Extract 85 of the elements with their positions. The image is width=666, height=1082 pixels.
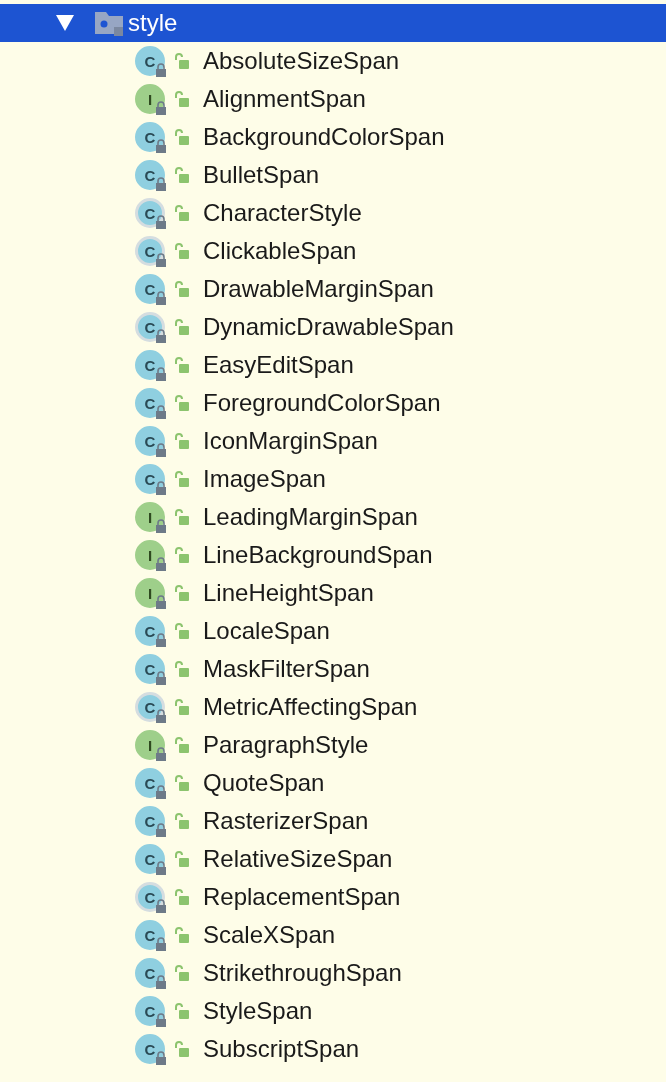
class-name[interactable]: IconMarginSpan [203,427,378,455]
class-name[interactable]: CharacterStyle [203,199,362,227]
class-type-icon: C [135,388,165,418]
unlock-icon [173,698,191,716]
class-type-icon: C [135,122,165,152]
class-name[interactable]: QuoteSpan [203,769,325,797]
class-name[interactable]: MaskFilterSpan [203,655,370,683]
class-name[interactable]: MetricAffectingSpan [203,693,418,721]
class-name[interactable]: RelativeSizeSpan [203,845,393,873]
class-type-icon: C [135,236,165,266]
class-type-icon: C [135,464,165,494]
class-name[interactable]: ForegroundColorSpan [203,389,441,417]
class-type-icon: C [135,198,165,228]
tree-row[interactable]: style [0,4,666,42]
class-name[interactable]: LocaleSpan [203,617,330,645]
class-name[interactable]: StyleSpan [203,997,313,1025]
class-type-icon: I [135,84,165,114]
class-type-icon: C [135,160,165,190]
unlock-icon [173,242,191,260]
class-type-icon: I [135,730,165,760]
unlock-icon [173,584,191,602]
unlock-icon [173,280,191,298]
unlock-icon [173,736,191,754]
unlock-icon [173,508,191,526]
unlock-icon [173,90,191,108]
class-name[interactable]: LineBackgroundSpan [203,541,433,569]
class-name[interactable]: BackgroundColorSpan [203,123,445,151]
class-name[interactable]: StrikethroughSpan [203,959,402,987]
class-type-icon: I [135,540,165,570]
class-name[interactable]: RasterizerSpan [203,807,369,835]
unlock-icon [173,52,191,70]
unlock-icon [173,318,191,336]
class-name[interactable]: AlignmentSpan [203,85,366,113]
unlock-icon [173,546,191,564]
class-name[interactable]: EasyEditSpan [203,351,354,379]
class-name[interactable]: DynamicDrawableSpan [203,313,454,341]
unlock-icon [173,660,191,678]
class-type-icon: C [135,768,165,798]
class-type-icon: C [135,350,165,380]
unlock-icon [173,774,191,792]
unlock-icon [173,204,191,222]
unlock-icon [173,166,191,184]
class-type-icon: C [135,806,165,836]
class-type-icon: C [135,882,165,912]
unlock-icon [173,850,191,868]
class-name[interactable]: LeadingMarginSpan [203,503,418,531]
class-name[interactable]: DrawableMarginSpan [203,275,434,303]
class-name[interactable]: ReplacementSpan [203,883,401,911]
unlock-icon [173,926,191,944]
class-type-icon: C [135,274,165,304]
class-type-icon: C [135,958,165,988]
class-type-icon: I [135,502,165,532]
class-type-icon: C [135,426,165,456]
class-name[interactable]: ImageSpan [203,465,326,493]
class-name[interactable]: AbsoluteSizeSpan [203,47,400,75]
class-type-icon: C [135,654,165,684]
unlock-icon [173,1002,191,1020]
class-name[interactable]: ScaleXSpan [203,921,336,949]
unlock-icon [173,432,191,450]
class-type-icon: C [135,1034,165,1064]
unlock-icon [173,356,191,374]
class-type-icon: C [135,46,165,76]
class-type-icon: C [135,844,165,874]
unlock-icon [173,622,191,640]
class-type-icon: C [135,692,165,722]
class-name[interactable]: BulletSpan [203,161,320,189]
expand-arrow-icon[interactable] [55,14,75,32]
unlock-icon [173,964,191,982]
class-name[interactable]: LineHeightSpan [203,579,374,607]
package-folder-icon [94,9,126,37]
class-type-icon: C [135,616,165,646]
unlock-icon [173,394,191,412]
class-name[interactable]: ParagraphStyle [203,731,369,759]
unlock-icon [173,812,191,830]
unlock-icon [173,1040,191,1058]
class-type-icon: C [135,312,165,342]
folder-label: style [128,9,178,37]
class-name[interactable]: SubscriptSpan [203,1035,360,1063]
class-type-icon: C [135,996,165,1026]
unlock-icon [173,888,191,906]
unlock-icon [173,128,191,146]
class-type-icon: I [135,578,165,608]
class-type-icon: C [135,920,165,950]
class-name[interactable]: ClickableSpan [203,237,357,265]
unlock-icon [173,470,191,488]
